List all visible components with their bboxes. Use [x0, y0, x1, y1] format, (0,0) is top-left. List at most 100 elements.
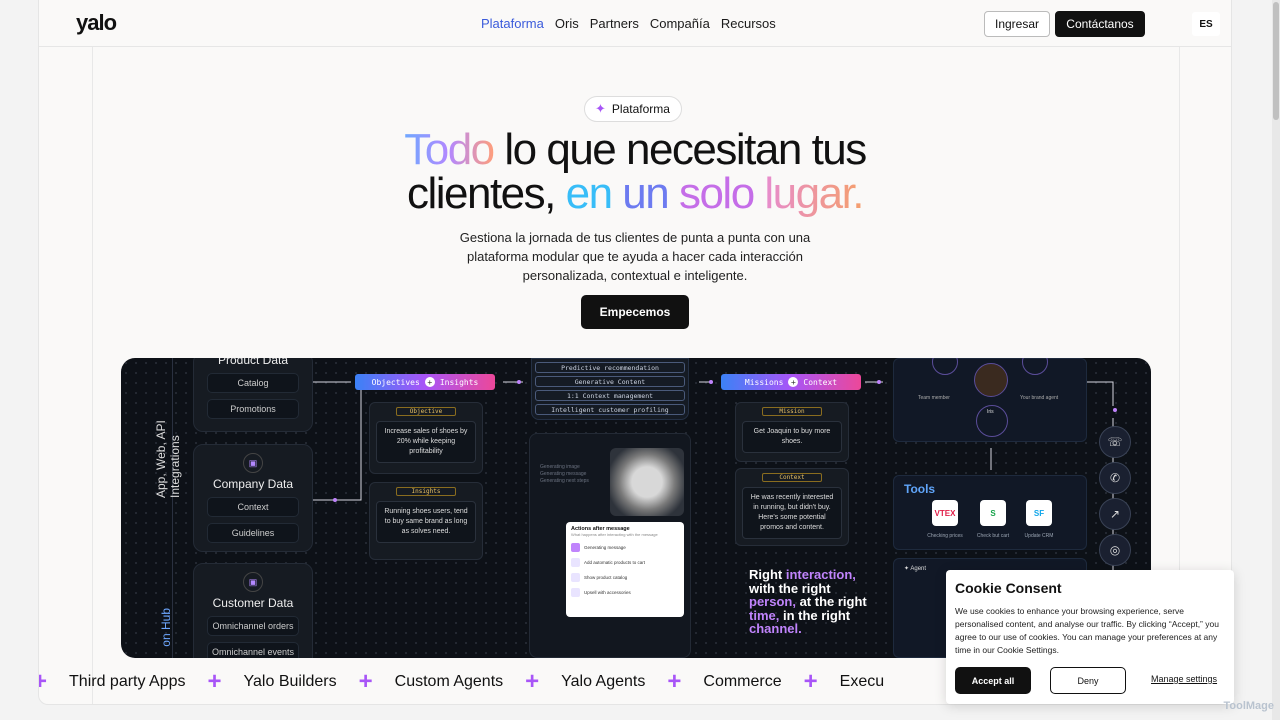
manage-settings-link[interactable]: Manage settings	[1151, 674, 1217, 684]
marquee-item: Yalo Agents	[561, 673, 646, 690]
plus-icon: +	[667, 668, 682, 695]
accept-all-button[interactable]: Accept all	[955, 667, 1031, 694]
insights-text: Running shoes users, tend to buy same br…	[376, 501, 476, 543]
plus-icon: +	[788, 377, 799, 387]
tool-label: Check but cart	[976, 533, 1010, 539]
nav-recursos[interactable]: Recursos	[721, 16, 776, 31]
tag-context: Context	[803, 377, 838, 387]
contact-button[interactable]: Contáctanos	[1055, 11, 1145, 37]
insights-label: Insights	[396, 487, 456, 496]
missions-context-tag: Missions + Context	[721, 374, 861, 390]
gen-status-line: Generating message	[540, 471, 587, 477]
tag-objectives: Objectives	[371, 377, 420, 387]
plus-icon: +	[207, 668, 222, 695]
tag-insights: Insights	[439, 377, 479, 387]
mission-card: Mission Get Joaquin to buy more shoes.	[735, 402, 849, 462]
tools-card: Tools VTEX S SF Checking prices Check bu…	[893, 475, 1087, 550]
marquee-item: Third party Apps	[69, 673, 186, 690]
hero-title-en: en	[565, 169, 613, 218]
start-button[interactable]: Empecemos	[581, 295, 689, 329]
right-interaction-text: Right interaction, with the right person…	[749, 568, 879, 636]
team-card: Team member Your brand agent Iris	[893, 358, 1087, 442]
nav-oris[interactable]: Oris	[555, 16, 579, 31]
generation-card: Generating image Generating message Gene…	[529, 433, 691, 658]
cart-icon	[571, 558, 580, 567]
marquee-item: Custom Agents	[394, 673, 504, 690]
generation-status: Generating image Generating message Gene…	[540, 464, 589, 485]
context-card: Context He was recently interested in ru…	[735, 468, 849, 546]
scrollbar-thumb[interactable]	[1273, 2, 1279, 120]
shoe-image	[610, 448, 684, 516]
yalo-logo[interactable]: yalo	[76, 10, 117, 36]
marquee-item: Yalo Builders	[243, 673, 337, 690]
instagram-icon: ◎	[1099, 534, 1131, 566]
whatsapp-icon: ☏	[1099, 426, 1131, 458]
brand-agent-avatar	[1022, 358, 1048, 375]
action-row: Add automatic products to cart	[571, 558, 679, 567]
capability-item: 1:1 Context management	[535, 390, 685, 401]
hero-title-un: un	[611, 169, 669, 218]
ai-capabilities-stack: Predictive recommendation Generative Con…	[531, 358, 689, 420]
action-label: Add automatic products to cart	[584, 560, 646, 565]
nav-partners[interactable]: Partners	[590, 16, 639, 31]
section-pill-label: Plataforma	[611, 102, 670, 116]
shopify-icon: S	[980, 500, 1006, 526]
cookie-consent-banner: Cookie Consent We use cookies to enhance…	[946, 570, 1234, 704]
hero-subtitle: Gestiona la jornada de tus clientes de p…	[459, 230, 811, 283]
marquee-item: Execu	[839, 673, 885, 690]
language-selector[interactable]: ES	[1192, 12, 1220, 36]
salesforce-icon: SF	[1026, 500, 1052, 526]
login-button[interactable]: Ingresar	[984, 11, 1050, 37]
nav-compania[interactable]: Compañía	[650, 16, 710, 31]
capability-item: Intelligent customer profiling	[535, 404, 685, 415]
agent-avatar	[974, 363, 1008, 397]
upsell-icon	[571, 588, 580, 597]
nav-plataforma[interactable]: Plataforma	[481, 16, 544, 31]
watermark: ToolMage	[1223, 700, 1274, 712]
iris-label: Iris	[987, 409, 994, 415]
tag-missions: Missions	[744, 377, 784, 387]
objective-card: Objective Increase sales of shoes by 20%…	[369, 402, 483, 474]
gen-status-line: Generating next steps	[540, 478, 589, 484]
vtex-icon: VTEX	[932, 500, 958, 526]
context-text: He was recently interested in running, b…	[742, 487, 842, 539]
tools-title: Tools	[904, 482, 936, 496]
actions-subtitle: What happens after interacting with the …	[571, 532, 658, 537]
plus-icon: +	[424, 377, 435, 387]
mission-text: Get Joaquin to buy more shoes.	[742, 421, 842, 453]
cookie-text: We use cookies to enhance your browsing …	[955, 606, 1219, 655]
sparkle-icon: ✦	[595, 101, 606, 116]
site-header: yalo Plataforma Oris Partners Compañía R…	[39, 0, 1231, 47]
plus-icon: +	[803, 668, 818, 695]
hero-title: Todo lo que necesitan tus clientes, en u…	[39, 128, 1231, 216]
hero-title-todo: Todo	[404, 125, 495, 174]
agent-label: ✦ Agent	[904, 566, 927, 572]
actions-card: Actions after message What happens after…	[566, 522, 684, 617]
page-scrollbar[interactable]	[1272, 0, 1280, 720]
context-label: Context	[762, 473, 822, 482]
chart-icon: ↗	[1099, 498, 1131, 530]
main-nav: Plataforma Oris Partners Compañía Recurs…	[481, 16, 776, 31]
deny-button[interactable]: Deny	[1050, 667, 1126, 694]
action-row: Generating message	[571, 543, 679, 552]
tool-label: Checking prices	[927, 533, 963, 539]
hero-title-clientes: clientes,	[406, 169, 566, 218]
plus-icon: +	[39, 670, 47, 694]
action-row: Upsell with accessories	[571, 588, 679, 597]
hero-title-lugar: lugar.	[753, 169, 864, 218]
rt-part: channel.	[749, 621, 802, 636]
team-member-label: Team member	[918, 395, 950, 401]
team-member-avatar	[932, 358, 958, 375]
plus-icon: +	[358, 668, 373, 695]
capability-item: Generative Content	[535, 376, 685, 387]
section-pill: ✦ Plataforma	[584, 96, 682, 122]
gen-status-line: Generating image	[540, 464, 580, 470]
catalog-icon	[571, 573, 580, 582]
hero-title-solo: solo	[668, 169, 755, 218]
objective-label: Objective	[396, 407, 456, 416]
cookie-title: Cookie Consent	[955, 580, 1062, 596]
action-label: Show product catalog	[584, 575, 628, 580]
objectives-insights-tag: Objectives + Insights	[355, 374, 495, 390]
capability-item: Predictive recommendation	[535, 362, 685, 373]
phone-icon: ✆	[1099, 462, 1131, 494]
